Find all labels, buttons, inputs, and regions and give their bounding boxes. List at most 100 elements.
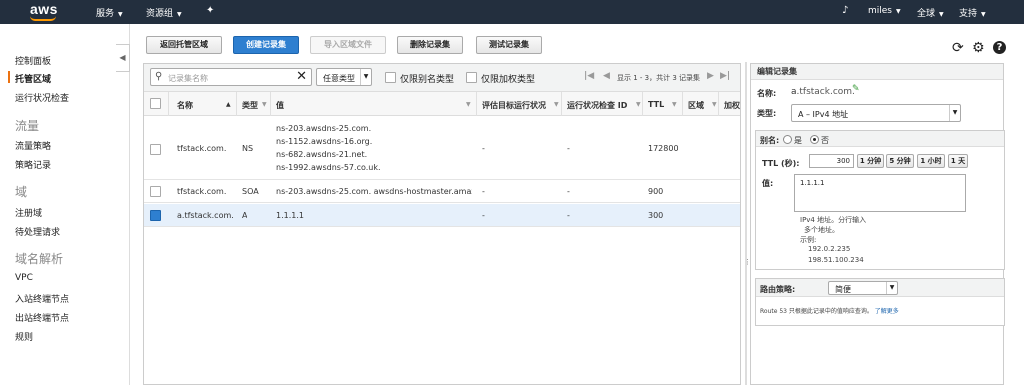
gear-icon[interactable]: ⚙ (972, 40, 985, 56)
resource-groups-menu[interactable]: 资源组 ▼ (146, 6, 182, 19)
record-type: SOA (242, 187, 259, 196)
record-value-line: ns-1152.awsdns-16.org. (276, 137, 373, 146)
sidebar-item-vpc[interactable]: VPC (15, 273, 33, 283)
sidebar-item-outbound-endpoints[interactable]: 出站终端节点 (15, 311, 69, 324)
select-all-checkbox[interactable] (150, 98, 161, 109)
routing-policy-box: 路由策略: 简便 ▼ Route 53 只根据此记录中的值响应查询。 了解更多 (755, 278, 1005, 326)
ttl-5min-button[interactable]: 5 分钟 (886, 154, 914, 168)
value-hint-line: 多个地址。 (804, 226, 839, 234)
record-health-target: - (482, 211, 485, 220)
type-select[interactable]: A – IPv4 地址 ▼ (791, 104, 961, 122)
sidebar-item-dashboard[interactable]: 控制面板 (15, 54, 51, 67)
sidebar-item-inbound-endpoints[interactable]: 入站终端节点 (15, 292, 69, 305)
row-checkbox[interactable] (150, 186, 161, 197)
value-hint-line: 198.51.100.234 (808, 256, 864, 264)
column-header-health-target[interactable]: 评估目标运行状况 (482, 100, 546, 111)
last-page-icon[interactable]: ▶| (720, 71, 730, 81)
column-divider (642, 92, 643, 116)
column-header-region[interactable]: 区域 (688, 100, 704, 111)
sort-icon[interactable]: ▼ (466, 101, 471, 108)
aws-logo[interactable]: aws (30, 1, 58, 17)
learn-more-link[interactable]: 了解更多 (875, 308, 899, 315)
column-header-type[interactable]: 类型 (242, 100, 258, 111)
clear-search-icon[interactable]: ✕ (296, 69, 307, 84)
name-field[interactable]: a.tfstack.com. (791, 87, 855, 97)
record-name: tfstack.com. (177, 144, 227, 153)
alias-yes-label: 是 (794, 136, 802, 145)
search-placeholder: 记录集名称 (168, 74, 208, 83)
record-ttl: 300 (648, 211, 664, 220)
alias-yes-radio[interactable] (783, 135, 792, 144)
sidebar-item-traffic-policies[interactable]: 流量策略 (15, 139, 51, 152)
sort-icon[interactable]: ▼ (672, 101, 677, 108)
routing-hint: Route 53 只根据此记录中的值响应查询。 了解更多 (760, 306, 899, 315)
table-row[interactable]: tfstack.com. SOA ns-203.awsdns-25.com. a… (144, 181, 740, 203)
column-divider (718, 92, 719, 116)
ttl-1min-button[interactable]: 1 分钟 (857, 154, 884, 168)
services-menu[interactable]: 服务 ▼ (96, 6, 123, 19)
next-page-icon[interactable]: ▶ (707, 71, 714, 81)
panel-resize-divider[interactable] (745, 62, 747, 385)
sidebar-item-health-checks[interactable]: 运行状况检查 (15, 91, 69, 104)
import-zone-file-button[interactable]: 导入区域文件 (310, 36, 386, 54)
row-checkbox[interactable] (150, 210, 161, 221)
refresh-icon[interactable]: ⟳ (952, 40, 964, 56)
record-ttl: 900 (648, 187, 664, 196)
bell-icon[interactable]: ♪ (842, 5, 848, 16)
pencil-icon[interactable]: ✎ (852, 84, 860, 94)
type-filter-value: 任意类型 (323, 74, 355, 83)
top-nav-bar: aws 服务 ▼ 资源组 ▼ ✦ ♪ miles ▼ 全球 ▼ 支持 ▼ (0, 0, 1024, 24)
alias-only-checkbox[interactable] (385, 72, 396, 83)
help-icon[interactable]: ? (993, 41, 1006, 54)
test-record-set-button[interactable]: 测试记录集 (476, 36, 542, 54)
create-record-set-button[interactable]: 创建记录集 (233, 36, 299, 54)
record-value-line: ns-203.awsdns-25.com. (276, 124, 372, 133)
column-header-health-id[interactable]: 运行状况检查 ID (567, 100, 627, 111)
sort-icon[interactable]: ▼ (712, 101, 717, 108)
sidebar-item-pending-requests[interactable]: 待处理请求 (15, 225, 60, 238)
search-input[interactable]: ⚲ 记录集名称 ✕ (150, 68, 312, 86)
type-filter-select[interactable]: 任意类型 ▼ (316, 68, 372, 86)
alias-no-radio[interactable] (810, 135, 819, 144)
alias-label: 别名: (760, 136, 780, 145)
sidebar-item-hosted-zones[interactable]: 托管区域 (15, 72, 51, 85)
weighted-only-checkbox[interactable] (466, 72, 477, 83)
record-name: tfstack.com. (177, 187, 227, 196)
support-menu[interactable]: 支持 ▼ (959, 6, 986, 19)
column-header-value[interactable]: 值 (276, 100, 284, 111)
column-header-weight[interactable]: 加权 (724, 100, 740, 111)
sidebar-section-resolver: 域名解析 (15, 252, 64, 266)
sidebar-item-rules[interactable]: 规则 (15, 330, 33, 343)
sort-icon[interactable]: ▼ (262, 101, 267, 108)
resource-groups-label: 资源组 (146, 9, 174, 19)
ttl-1hour-button[interactable]: 1 小时 (917, 154, 945, 168)
sort-icon[interactable]: ▼ (636, 101, 641, 108)
row-checkbox[interactable] (150, 144, 161, 155)
chevron-down-icon: ▼ (177, 11, 182, 18)
back-to-zones-button[interactable]: 返回托管区域 (146, 36, 222, 54)
table-row[interactable]: tfstack.com. NS ns-203.awsdns-25.com. ns… (144, 117, 740, 180)
column-header-name[interactable]: 名称 (177, 100, 193, 111)
table-row[interactable]: a.tfstack.com. A 1.1.1.1 - - 300 (144, 204, 740, 227)
sort-asc-icon[interactable]: ▲ (226, 101, 231, 108)
ttl-1day-button[interactable]: 1 天 (948, 154, 968, 168)
prev-page-icon[interactable]: ◀ (603, 71, 610, 81)
region-menu[interactable]: 全球 ▼ (917, 6, 944, 19)
first-page-icon[interactable]: |◀ (584, 71, 594, 81)
column-header-ttl[interactable]: TTL (648, 100, 664, 109)
alias-no-label: 否 (821, 136, 829, 145)
sort-icon[interactable]: ▼ (554, 101, 559, 108)
chevron-down-icon: ▼ (360, 69, 371, 85)
column-divider (236, 92, 237, 116)
collapse-sidebar-button[interactable]: ◀ (116, 44, 130, 72)
record-ttl: 172800 (648, 144, 679, 153)
sidebar-item-policy-records[interactable]: 策略记录 (15, 158, 51, 171)
type-select-value: A – IPv4 地址 (798, 110, 849, 119)
value-textarea[interactable]: 1.1.1.1 (794, 174, 966, 212)
sidebar-item-registered-domains[interactable]: 注册域 (15, 206, 42, 219)
user-menu[interactable]: miles ▼ (868, 6, 901, 16)
ttl-input[interactable]: 300 (809, 154, 854, 168)
pin-icon[interactable]: ✦ (206, 5, 214, 16)
delete-record-set-button[interactable]: 删除记录集 (397, 36, 463, 54)
routing-policy-select[interactable]: 简便 ▼ (828, 281, 898, 295)
